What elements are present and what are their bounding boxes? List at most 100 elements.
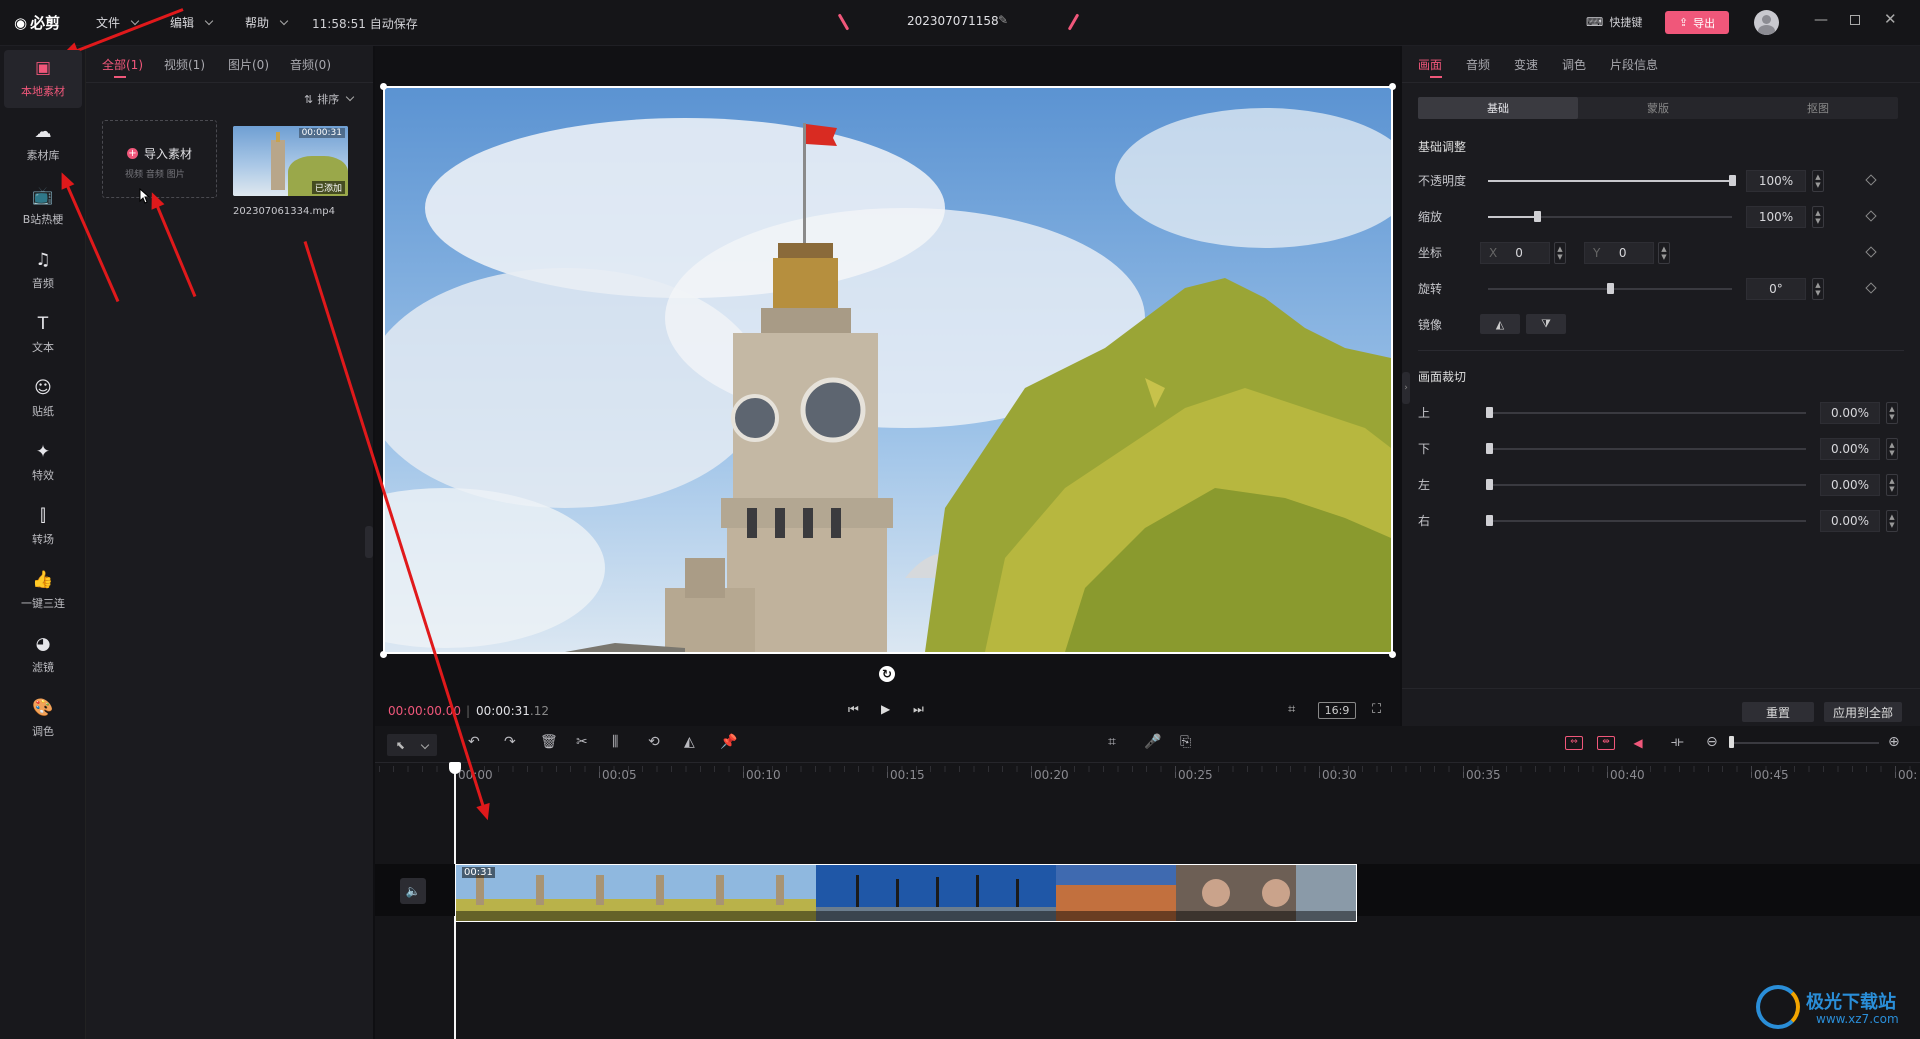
crop-slider[interactable] — [1488, 520, 1806, 522]
tab-picture[interactable]: 画面 — [1418, 56, 1442, 73]
tab-image[interactable]: 图片(0) — [228, 56, 269, 73]
rotate-stepper[interactable]: ▲ ▼ — [1812, 278, 1824, 300]
crop-stepper[interactable]: ▲ ▼ — [1886, 438, 1898, 460]
crop-slider[interactable] — [1488, 412, 1806, 414]
scale-value[interactable]: 100% — [1746, 206, 1806, 228]
tool-palette[interactable]: 🎨 调色 — [4, 690, 82, 748]
opacity-value[interactable]: 100% — [1746, 170, 1806, 192]
tab-video[interactable]: 视频(1) — [164, 56, 205, 73]
keyframe-icon[interactable] — [1865, 174, 1877, 186]
rotate-value[interactable]: 0° — [1746, 278, 1806, 300]
autosave-status: 11:58:51 自动保存 — [312, 17, 418, 31]
cloud-library-icon: ☁ — [34, 122, 52, 142]
tool-effects[interactable]: ✦ 特效 — [4, 434, 82, 492]
aspect-ratio-button[interactable]: 16:9 — [1318, 702, 1356, 719]
opacity-slider-handle[interactable] — [1729, 175, 1736, 186]
position-x-stepper[interactable]: ▲ ▼ — [1554, 242, 1566, 264]
menu-edit[interactable]: 编辑 — [170, 14, 214, 31]
resize-handle[interactable] — [380, 83, 387, 90]
time-ruler[interactable]: 00:00 00:05 00:10 00:15 00:20 00:25 00:30 00:35… — [375, 726, 1920, 786]
close-icon[interactable]: ✕ — [1884, 10, 1897, 28]
subtab-bar: 基础 蒙版 抠图 — [1418, 97, 1898, 119]
tool-thumbs-up[interactable]: 👍 一键三连 — [4, 562, 82, 620]
tab-color[interactable]: 调色 — [1562, 56, 1586, 73]
tool-filter[interactable]: ◕ 滤镜 — [4, 626, 82, 684]
mirror-horizontal-icon[interactable]: ◭ — [1480, 314, 1520, 334]
keyframe-icon[interactable] — [1865, 210, 1877, 222]
crop-slider-handle[interactable] — [1486, 479, 1493, 490]
crop-value[interactable]: 0.00% — [1820, 402, 1880, 424]
minimize-icon[interactable]: — — [1814, 12, 1828, 28]
media-clip-thumbnail[interactable]: 00:00:31 已添加 — [233, 126, 348, 196]
subtab-basic[interactable]: 基础 — [1418, 97, 1578, 119]
scale-label: 缩放 — [1418, 210, 1443, 224]
crop-stepper[interactable]: ▲ ▼ — [1886, 510, 1898, 532]
plus-icon: + — [127, 148, 138, 159]
subtab-mask[interactable]: 蒙版 — [1578, 97, 1738, 119]
tool-cloud-library[interactable]: ☁ 素材库 — [4, 114, 82, 172]
crop-icon[interactable]: ⌗ — [1288, 702, 1295, 717]
resize-handle[interactable] — [1389, 651, 1396, 658]
tab-clip-info[interactable]: 片段信息 — [1610, 56, 1658, 73]
tab-speed[interactable]: 变速 — [1514, 56, 1538, 73]
apply-all-button[interactable]: 应用到全部 — [1824, 702, 1902, 722]
sort-button[interactable]: ⇅ 排序 — [304, 91, 355, 107]
tool-tv[interactable]: 📺 B站热梗 — [4, 178, 82, 236]
resize-handle[interactable] — [380, 651, 387, 658]
scale-slider-handle[interactable] — [1533, 211, 1541, 222]
crop-value[interactable]: 0.00% — [1820, 510, 1880, 532]
export-button[interactable]: ⇪ 导出 — [1665, 11, 1729, 34]
position-x-field[interactable]: X0 — [1480, 242, 1550, 264]
tab-all[interactable]: 全部(1) — [102, 56, 143, 73]
position-y-field[interactable]: Y0 — [1584, 242, 1654, 264]
import-media-button[interactable]: + 导入素材 视频 音频 图片 — [102, 120, 217, 198]
subtab-cutout[interactable]: 抠图 — [1738, 97, 1898, 119]
resize-handle[interactable] — [1389, 83, 1396, 90]
maximize-icon[interactable] — [1850, 15, 1860, 25]
keyframe-icon[interactable] — [1865, 246, 1877, 258]
crop-value[interactable]: 0.00% — [1820, 438, 1880, 460]
reset-button[interactable]: 重置 — [1742, 702, 1814, 722]
video-clip[interactable]: 00:31 — [455, 864, 1357, 922]
sort-icon: ⇅ — [304, 92, 314, 106]
tool-music-note[interactable]: ♫ 音频 — [4, 242, 82, 300]
crop-stepper[interactable]: ▲ ▼ — [1886, 402, 1898, 424]
track-volume-icon[interactable]: 🔈 — [400, 878, 426, 904]
time-divider: | — [466, 704, 471, 718]
avatar[interactable] — [1754, 10, 1779, 35]
collapse-panel-handle[interactable] — [365, 526, 373, 558]
tool-folder[interactable]: ▣ 本地素材 — [4, 50, 82, 108]
playhead-handle[interactable] — [449, 762, 461, 774]
play-icon[interactable]: ▶ — [881, 702, 890, 716]
crop-value[interactable]: 0.00% — [1820, 474, 1880, 496]
tab-audio-props[interactable]: 音频 — [1466, 56, 1490, 73]
menu-help[interactable]: 帮助 — [245, 14, 289, 31]
keyframe-icon[interactable] — [1865, 282, 1877, 294]
scale-stepper[interactable]: ▲ ▼ — [1812, 206, 1824, 228]
previous-frame-icon[interactable]: ⏮ — [848, 702, 859, 717]
crop-slider[interactable] — [1488, 484, 1806, 486]
opacity-stepper[interactable]: ▲ ▼ — [1812, 170, 1824, 192]
mirror-vertical-icon[interactable]: ⧩ — [1526, 314, 1566, 334]
crop-slider[interactable] — [1488, 448, 1806, 450]
audio-waveform — [456, 911, 1356, 921]
position-y-stepper[interactable]: ▲ ▼ — [1658, 242, 1670, 264]
preview-frame[interactable] — [383, 86, 1393, 654]
crop-stepper[interactable]: ▲ ▼ — [1886, 474, 1898, 496]
shortcuts-button[interactable]: ⌨ 快捷键 — [1586, 14, 1642, 30]
tool-sticker[interactable]: ☺ 贴纸 — [4, 370, 82, 428]
tool-transition[interactable]: ⫿ 转场 — [4, 498, 82, 556]
edit-name-icon[interactable]: ✎ — [998, 13, 1008, 27]
rotate-slider-handle[interactable] — [1607, 283, 1614, 294]
next-frame-icon[interactable]: ⏭ — [913, 702, 924, 717]
crop-slider-handle[interactable] — [1486, 407, 1493, 418]
tool-text[interactable]: T 文本 — [4, 306, 82, 364]
tab-audio[interactable]: 音频(0) — [290, 56, 331, 73]
crop-slider-handle[interactable] — [1486, 443, 1493, 454]
fullscreen-icon[interactable]: ⛶ — [1372, 702, 1381, 717]
total-time: 00:00:31.12 — [476, 704, 549, 718]
expand-panel-handle[interactable]: › — [1402, 372, 1410, 404]
mirror-label: 镜像 — [1418, 318, 1443, 332]
rotate-icon[interactable]: ↻ — [879, 666, 895, 682]
crop-slider-handle[interactable] — [1486, 515, 1493, 526]
